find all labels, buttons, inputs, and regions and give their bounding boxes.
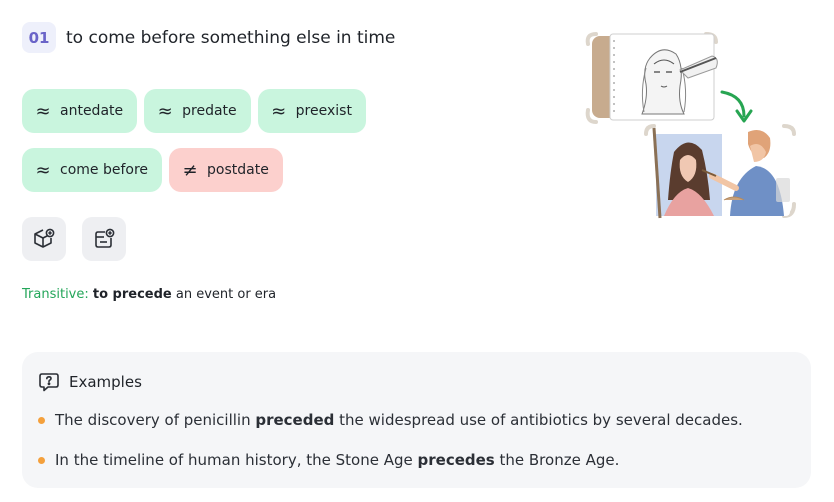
chip-row-1: ≈ antedate ≈ predate ≈ preexist <box>22 89 422 133</box>
example-text-after: the widespread use of antibiotics by sev… <box>334 411 743 429</box>
example-sentence: The discovery of penicillin preceded the… <box>38 411 743 429</box>
antonym-label: postdate <box>207 162 269 178</box>
cube-plus-icon <box>34 228 55 248</box>
approx-equal-icon: ≈ <box>35 159 51 181</box>
example-highlight: preceded <box>255 411 335 429</box>
approx-equal-icon: ≈ <box>157 100 173 122</box>
usage-phrase: to precede <box>92 287 172 302</box>
approx-equal-icon: ≈ <box>271 100 287 122</box>
question-bubble-icon <box>39 373 59 392</box>
synonym-label: predate <box>182 103 237 119</box>
usage-rest: an event or era <box>171 287 277 302</box>
synonym-label: come before <box>60 162 149 178</box>
synonym-label: preexist <box>295 103 352 119</box>
add-flashcard-button[interactable] <box>82 217 126 261</box>
synonym-chip-antedate[interactable]: ≈ antedate <box>22 89 138 133</box>
example-highlight: precedes <box>417 451 495 469</box>
illustration-drawing-to-painting <box>585 32 796 219</box>
definition-row: 01 to come before something else in time <box>22 22 395 53</box>
synonym-chip-predate[interactable]: ≈ predate <box>144 89 251 133</box>
synonym-label: antedate <box>60 103 124 119</box>
definition-number-badge: 01 <box>22 22 56 53</box>
example-sentence: In the timeline of human history, the St… <box>38 451 619 469</box>
synonym-chip-come-before[interactable]: ≈ come before <box>22 148 163 192</box>
toolbar <box>22 217 142 261</box>
chip-row-2: ≈ come before ≠ postdate <box>22 148 422 192</box>
painting-panel <box>644 124 796 219</box>
bullet-dot <box>38 416 45 424</box>
related-words: ≈ antedate ≈ predate ≈ preexist ≈ come b… <box>22 89 422 207</box>
usage-tag: Transitive: <box>22 287 89 302</box>
examples-panel: Examples The discovery of penicillin pre… <box>22 352 811 488</box>
example-text-after: the Bronze Age. <box>494 451 620 469</box>
not-equal-icon: ≠ <box>182 159 198 181</box>
usage-note: Transitive: to precede an event or era <box>22 287 276 302</box>
approx-equal-icon: ≈ <box>35 100 51 122</box>
example-text-before: The discovery of penicillin <box>55 411 256 429</box>
antonym-chip-postdate[interactable]: ≠ postdate <box>169 148 283 192</box>
definition-text: to come before something else in time <box>66 27 396 48</box>
example-text-before: In the timeline of human history, the St… <box>55 451 418 469</box>
add-to-collection-button[interactable] <box>22 217 66 261</box>
synonym-chip-preexist[interactable]: ≈ preexist <box>257 89 366 133</box>
examples-header: Examples <box>38 371 142 393</box>
card-add-icon <box>95 228 115 248</box>
examples-heading: Examples <box>69 373 142 391</box>
bullet-dot <box>38 456 45 464</box>
arrow-icon <box>720 90 746 118</box>
sketch-panel <box>585 32 718 124</box>
